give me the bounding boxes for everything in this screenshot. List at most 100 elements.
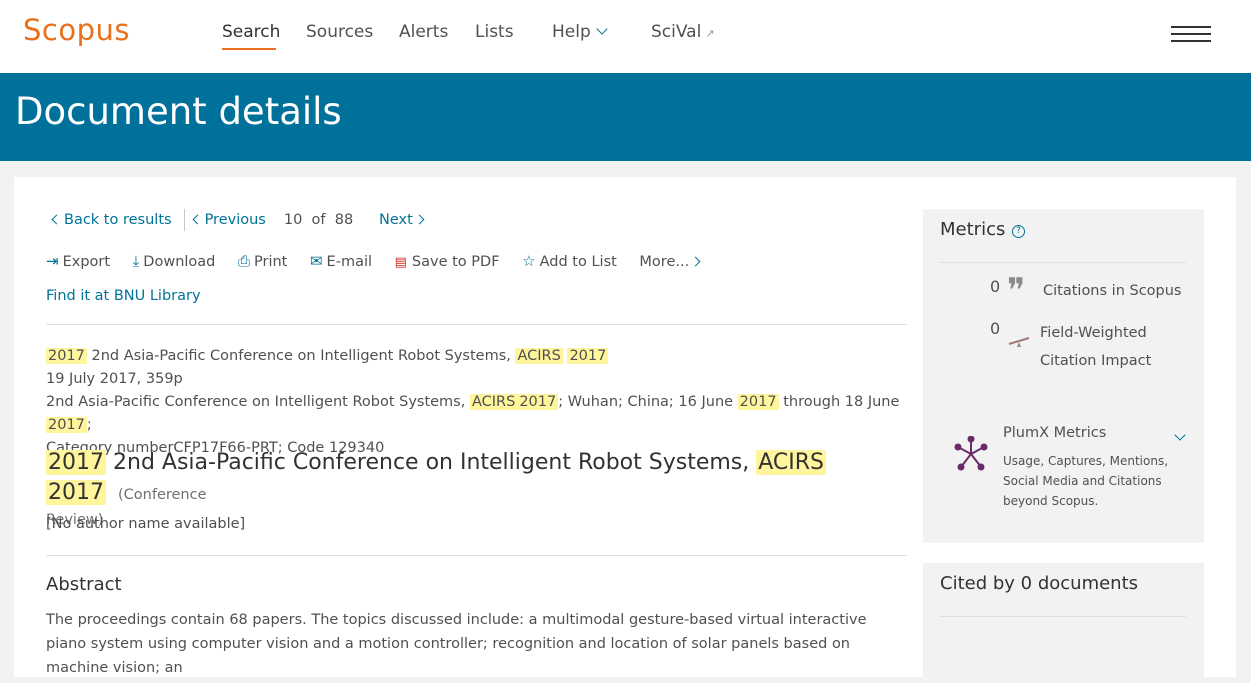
more-label: More... <box>639 254 690 270</box>
cited-by-heading: Cited by 0 documents <box>940 573 1139 594</box>
page-title: Document details <box>15 90 342 133</box>
back-to-results-label: Back to results <box>64 212 172 228</box>
fwci-count: 0 <box>990 319 1001 338</box>
external-link-icon: ↗ <box>705 27 715 40</box>
hamburger-line <box>1171 40 1211 42</box>
export-button[interactable]: ⇥ Export <box>46 252 111 270</box>
divider <box>940 262 1186 263</box>
metrics-heading: Metrics <box>940 219 1006 240</box>
scale-icon <box>1008 337 1030 347</box>
cited-by-panel: Cited by 0 documents <box>923 563 1204 683</box>
page-banner: Document details <box>0 73 1251 161</box>
highlight: 2017 <box>567 348 609 364</box>
add-to-list-label: Add to List <box>539 254 617 270</box>
divider <box>183 209 185 231</box>
print-button[interactable]: ⎙ Print <box>237 252 288 270</box>
divider <box>46 324 907 325</box>
plumx-title[interactable]: PlumX Metrics <box>1003 425 1106 441</box>
previous-label: Previous <box>204 212 266 228</box>
document-actions: ⇥ Export ⤓ Download ⎙ Print ✉ E-mail ▤ Save t… <box>46 252 717 270</box>
pager-of: of <box>311 212 326 228</box>
nav-sources[interactable]: Sources <box>306 22 373 42</box>
divider <box>940 616 1186 617</box>
highlight: 2017 <box>46 348 87 364</box>
email-button[interactable]: ✉ E-mail <box>309 252 373 270</box>
nav-scival-label: SciVal <box>651 22 702 42</box>
highlight: 2017 <box>46 417 87 433</box>
fwci-label-line2: Citation Impact <box>1040 353 1152 369</box>
source-name[interactable]: 2nd Asia-Pacific Conference on Intellige… <box>92 348 511 364</box>
top-navigation-bar: Scopus Search Sources Alerts Lists Help … <box>0 0 1251 73</box>
scopus-logo[interactable]: Scopus <box>23 13 130 47</box>
highlight: 2017 <box>46 480 106 505</box>
author-list: [No author name available] <box>46 516 246 532</box>
chevron-down-icon[interactable] <box>1174 429 1186 441</box>
highlight: ACIRS <box>469 394 518 410</box>
pager-current: 10 <box>283 212 303 228</box>
fwci-label-line1: Field-Weighted <box>1040 325 1147 341</box>
download-icon: ⤓ <box>132 252 140 270</box>
back-to-results-link[interactable]: Back to results <box>51 212 172 228</box>
pdf-icon: ▤ <box>394 255 407 270</box>
nav-help-label: Help <box>552 22 591 42</box>
star-icon: ☆ <box>522 252 536 270</box>
highlight: 2017 <box>737 394 779 410</box>
abstract-heading: Abstract <box>46 574 122 595</box>
more-button[interactable]: More... <box>639 254 701 270</box>
previous-link[interactable]: Previous <box>192 212 266 228</box>
chevron-left-icon <box>192 214 203 225</box>
download-button[interactable]: ⤓ Download <box>132 252 216 270</box>
highlight: ACIRS <box>756 450 827 475</box>
plumx-description: Usage, Captures, Mentions, Social Media … <box>1003 454 1169 508</box>
divider <box>46 555 907 556</box>
highlight: 2017 <box>517 394 559 410</box>
next-link[interactable]: Next <box>379 212 425 228</box>
next-label: Next <box>379 212 413 228</box>
pager-total: 88 <box>334 212 354 228</box>
chevron-right-icon <box>414 214 425 225</box>
nav-help[interactable]: Help <box>552 22 608 42</box>
chevron-left-icon <box>51 214 62 225</box>
conference-location: ; Wuhan; China; 16 June <box>558 394 734 410</box>
find-at-library-link[interactable]: Find it at BNU Library <box>46 288 201 304</box>
abstract-text: The proceedings contain 68 papers. The t… <box>46 612 867 676</box>
source-info: 2017 2nd Asia-Pacific Conference on Inte… <box>46 345 906 460</box>
quote-icon: ❞ <box>1007 271 1026 311</box>
highlight: 2017 <box>46 450 106 475</box>
source-title-line: 2017 2nd Asia-Pacific Conference on Inte… <box>46 345 906 368</box>
metrics-panel: Metrics ? 0 ❞ Citations in Scopus 0 Fiel… <box>923 209 1204 543</box>
highlight: ACIRS <box>515 348 563 364</box>
envelope-icon: ✉ <box>309 252 323 270</box>
printer-icon: ⎙ <box>237 252 250 270</box>
hamburger-line <box>1171 26 1211 28</box>
chevron-right-icon <box>690 256 701 267</box>
conference-name: 2nd Asia-Pacific Conference on Intellige… <box>46 394 466 410</box>
hamburger-menu-icon[interactable] <box>1171 26 1211 44</box>
download-label: Download <box>143 254 216 270</box>
nav-lists[interactable]: Lists <box>475 22 514 42</box>
print-label: Print <box>254 254 288 270</box>
help-icon[interactable]: ? <box>1012 225 1025 238</box>
active-tab-underline <box>222 48 276 50</box>
citations-count: 0 <box>990 277 1001 296</box>
conference-through: through 18 June <box>783 394 900 410</box>
pager-position: 10 of 88 <box>284 212 353 228</box>
save-to-pdf-button[interactable]: ▤ Save to PDF <box>395 254 500 270</box>
email-label: E-mail <box>326 254 373 270</box>
add-to-list-button[interactable]: ☆ Add to List <box>522 252 617 270</box>
chevron-down-icon <box>596 23 608 35</box>
citations-label: Citations in Scopus <box>1043 283 1182 299</box>
conference-line: 2nd Asia-Pacific Conference on Intellige… <box>46 391 906 437</box>
nav-search[interactable]: Search <box>222 22 280 42</box>
title-text: 2nd Asia-Pacific Conference on Intellige… <box>113 450 750 475</box>
export-icon: ⇥ <box>46 252 59 270</box>
document-type: (Conference <box>118 487 207 503</box>
hamburger-line <box>1171 33 1211 35</box>
fwci-label: Field-Weighted Citation Impact <box>1040 319 1151 375</box>
export-label: Export <box>62 254 111 270</box>
nav-scival[interactable]: SciVal ↗ <box>651 22 715 42</box>
plumx-icon <box>954 436 988 471</box>
semicolon: ; <box>86 417 92 433</box>
source-date-pages: 19 July 2017, 359p <box>46 371 183 387</box>
nav-alerts[interactable]: Alerts <box>399 22 448 42</box>
